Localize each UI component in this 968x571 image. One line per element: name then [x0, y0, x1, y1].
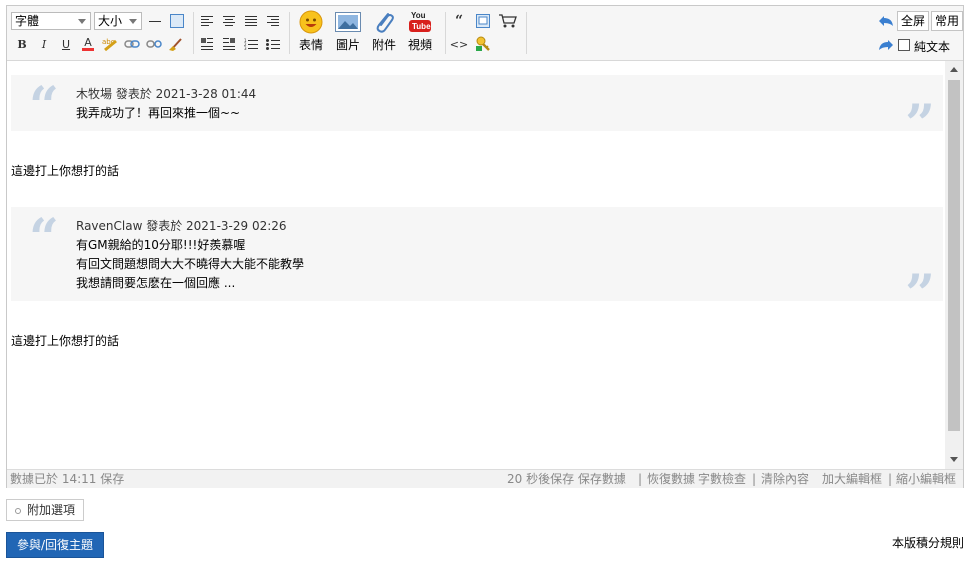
ordered-list-icon[interactable]: 123	[242, 35, 260, 53]
common-button[interactable]: 常用	[931, 11, 963, 31]
smiley-icon	[297, 10, 325, 34]
fullscreen-button[interactable]: 全屏	[897, 11, 930, 31]
circle-icon	[15, 507, 21, 514]
quote-line: 我想請問要怎麽在一個回應 ...	[76, 276, 236, 290]
saved-status: 數據已於 14:11 保存	[10, 472, 125, 486]
autosave-link[interactable]: 20 秒後保存 保存數據	[507, 470, 626, 488]
video-label: 視頻	[407, 38, 432, 52]
open-quote-mark: “	[29, 208, 59, 269]
font-color-icon[interactable]: A	[79, 35, 97, 53]
font-size-select[interactable]: 大小	[94, 12, 142, 30]
align-center-icon[interactable]	[220, 12, 238, 30]
underline-icon[interactable]: U	[57, 35, 75, 53]
restore-data-link[interactable]: 恢復數據	[647, 470, 695, 488]
svg-text:3: 3	[244, 46, 247, 50]
close-quote-mark: ”	[905, 94, 935, 155]
paragraph: 這邊打上你想打的話	[11, 334, 120, 348]
shrink-editor-link[interactable]: 縮小編輯框	[896, 470, 956, 488]
unordered-list-icon[interactable]	[264, 35, 282, 53]
image-label: 圖片	[335, 38, 360, 52]
attachment-button[interactable]: 附件	[366, 10, 402, 53]
open-quote-mark: “	[29, 76, 59, 137]
points-rules-link[interactable]: 本版積分規則	[892, 534, 964, 551]
word-check-link[interactable]: 字數檢查	[698, 470, 746, 488]
undo-icon[interactable]	[877, 12, 895, 30]
link-icon[interactable]	[123, 35, 141, 53]
align-left-icon[interactable]	[198, 12, 216, 30]
quote-header: 木牧場 發表於 2021-3-28 01:44	[76, 87, 257, 101]
quote-header: RavenClaw 發表於 2021-3-29 02:26	[76, 219, 287, 233]
bold-icon[interactable]: B	[13, 35, 31, 53]
quote-line: 有回文問題想問大大不曉得大大能不能教學	[76, 257, 305, 271]
extra-options-label: 附加選項	[27, 503, 76, 517]
redo-icon[interactable]	[877, 36, 895, 54]
video-button[interactable]: You Tube 視頻	[402, 10, 438, 53]
submit-reply-button[interactable]: 參與/回復主題	[6, 532, 104, 558]
free-block-icon[interactable]	[474, 12, 492, 30]
close-quote-mark: ”	[905, 264, 935, 325]
paperclip-icon	[370, 10, 398, 34]
scrollbar-thumb[interactable]	[948, 80, 960, 431]
attachment-label: 附件	[371, 38, 396, 52]
svg-text:Tube: Tube	[412, 22, 431, 31]
highlight-icon[interactable]: abc	[101, 35, 119, 53]
paragraph: 這邊打上你想打的話	[11, 164, 120, 178]
quote-block: “ ” RavenClaw 發表於 2021-3-29 02:26 有GM親給的…	[11, 207, 943, 321]
scroll-down-arrow-icon[interactable]	[950, 457, 958, 462]
quote-line: 有GM親給的10分耶!!!好羨慕喔	[76, 238, 246, 252]
italic-icon[interactable]: I	[35, 35, 53, 53]
font-size-select-value: 大小	[98, 14, 123, 28]
plaintext-label: 純文本	[914, 40, 951, 54]
hide-content-icon[interactable]	[474, 35, 492, 53]
clear-content-link[interactable]: 清除內容	[761, 470, 809, 488]
quote-block: “ ” 木牧場 發表於 2021-3-28 01:44 我弄成功了！再回來推一個…	[11, 75, 943, 151]
editor-toolbar: 字體 大小 B I U A abc 123 表情 圖片 附件 You Tube …	[7, 6, 963, 61]
editor-status-bar: 數據已於 14:11 保存 20 秒後保存 保存數據 | 恢復數據 字數檢查 |…	[7, 469, 963, 488]
scroll-up-arrow-icon[interactable]	[950, 67, 958, 72]
font-family-select[interactable]: 字體	[11, 12, 91, 30]
quote-icon[interactable]: “	[450, 12, 468, 30]
vertical-scrollbar[interactable]	[945, 61, 963, 469]
table-icon[interactable]	[168, 12, 186, 30]
float-left-icon[interactable]	[198, 35, 216, 53]
horizontal-rule-icon[interactable]	[146, 12, 164, 30]
rich-text-editor: 字體 大小 B I U A abc 123 表情 圖片 附件 You Tube …	[6, 5, 964, 488]
code-icon[interactable]: <>	[450, 35, 468, 53]
font-family-select-value: 字體	[15, 14, 40, 28]
svg-text:You: You	[411, 11, 426, 20]
float-right-icon[interactable]	[220, 35, 238, 53]
image-button[interactable]: 圖片	[330, 10, 366, 53]
emoticon-label: 表情	[298, 38, 323, 52]
clear-format-icon[interactable]	[167, 35, 185, 53]
align-right-icon[interactable]	[264, 12, 282, 30]
youtube-icon: You Tube	[406, 10, 434, 34]
unlink-icon[interactable]	[145, 35, 163, 53]
align-justify-icon[interactable]	[242, 12, 260, 30]
emoticon-button[interactable]: 表情	[293, 10, 329, 53]
plaintext-checkbox[interactable]	[898, 39, 910, 51]
quote-line: 我弄成功了！再回來推一個~~	[76, 106, 241, 120]
extra-options-button[interactable]: 附加選項	[6, 499, 85, 521]
enlarge-editor-link[interactable]: 加大編輯框	[822, 470, 882, 488]
shopping-cart-icon[interactable]	[499, 12, 517, 30]
editor-content[interactable]: “ ” 木牧場 發表於 2021-3-28 01:44 我弄成功了！再回來推一個…	[7, 61, 945, 469]
image-icon	[334, 10, 362, 34]
